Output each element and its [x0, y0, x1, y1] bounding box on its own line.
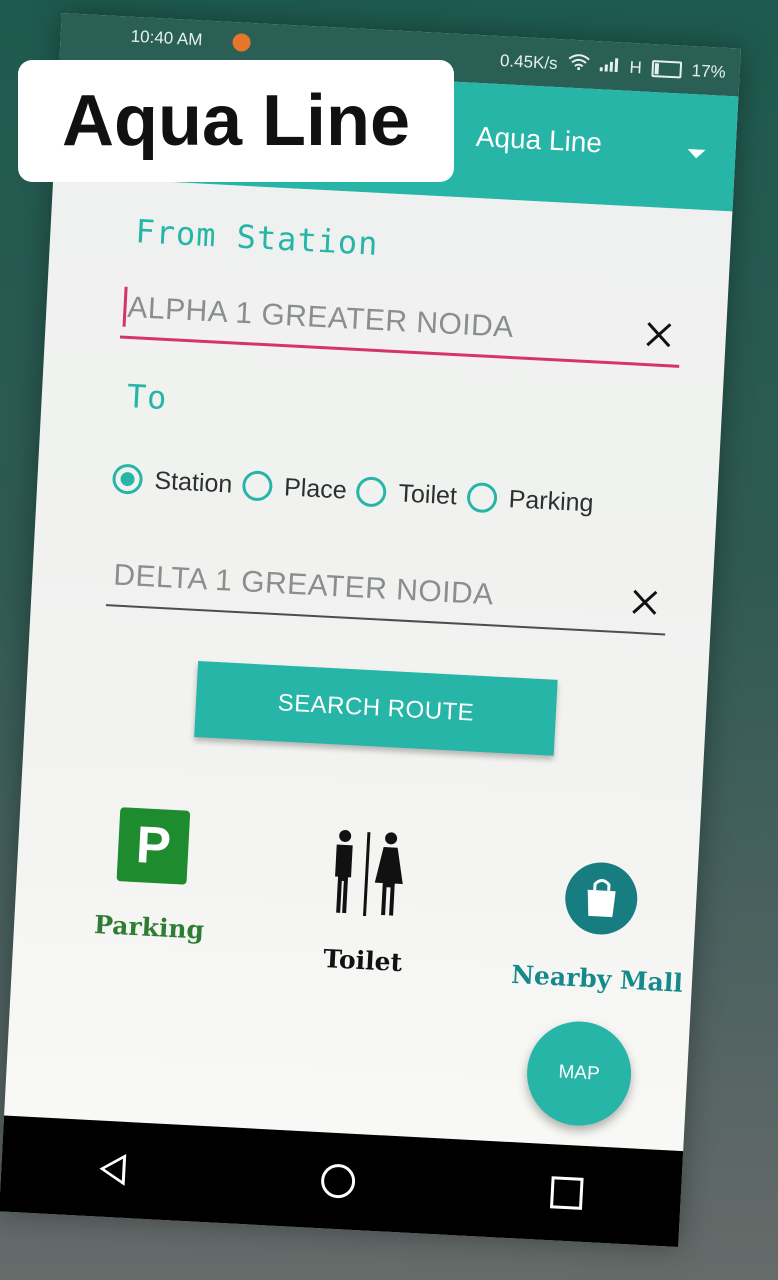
recent-apps-icon[interactable]	[549, 1176, 584, 1210]
overlay-caption: Aqua Line	[18, 60, 454, 182]
status-indicators: 0.45K/s H 17%	[499, 50, 727, 83]
toilet-icon[interactable]	[285, 826, 449, 920]
network-type: H	[629, 57, 643, 77]
mall-tile-label[interactable]: Nearby Mall	[501, 959, 692, 998]
radio-place-circle[interactable]	[241, 470, 273, 502]
radio-toilet-label[interactable]: Toilet	[398, 479, 458, 511]
shopping-bag-icon[interactable]	[563, 860, 640, 937]
radio-place[interactable]: Place	[241, 470, 347, 505]
battery-fill	[654, 63, 660, 75]
radio-station-circle[interactable]	[111, 463, 144, 495]
radio-place-label[interactable]: Place	[283, 473, 347, 505]
battery-percent: 17%	[691, 60, 727, 82]
to-station-value[interactable]: DELTA 1 GREATER NOIDA	[113, 559, 495, 613]
to-label: To	[125, 376, 169, 418]
radio-station[interactable]: Station	[111, 463, 233, 499]
clear-to-icon[interactable]	[628, 586, 662, 620]
radio-parking-label[interactable]: Parking	[508, 485, 594, 518]
radio-parking-circle[interactable]	[466, 481, 498, 514]
toilet-tile[interactable]: Toilet	[282, 826, 449, 979]
parking-tile[interactable]: P Parking	[68, 805, 235, 946]
to-station-field[interactable]: DELTA 1 GREATER NOIDA	[105, 544, 668, 636]
radio-parking[interactable]: Parking	[466, 481, 594, 519]
map-fab-button[interactable]: MAP	[524, 1018, 634, 1129]
toilet-tile-label[interactable]: Toilet	[282, 942, 443, 979]
line-selector[interactable]: Aqua Line	[475, 121, 603, 160]
radio-station-label[interactable]: Station	[154, 466, 233, 499]
radio-toilet[interactable]: Toilet	[355, 476, 458, 511]
notification-icon	[232, 33, 252, 52]
to-underline	[105, 604, 666, 636]
destination-type-group: Station Place Toilet Parking	[111, 463, 604, 519]
status-time: 10:40 AM	[130, 26, 203, 50]
from-underline	[119, 335, 680, 368]
clear-from-icon[interactable]	[642, 318, 676, 352]
from-station-field[interactable]: ALPHA 1 GREATER NOIDA	[119, 277, 682, 368]
navigation-bar	[0, 1115, 684, 1247]
back-icon[interactable]	[98, 1152, 127, 1186]
net-speed: 0.45K/s	[499, 50, 559, 73]
wifi-icon	[567, 54, 590, 76]
home-icon[interactable]	[320, 1163, 356, 1199]
signal-icon	[599, 56, 620, 77]
battery-icon	[651, 59, 683, 79]
from-station-value[interactable]: ALPHA 1 GREATER NOIDA	[127, 291, 515, 345]
mall-tile[interactable]: Nearby Mall	[501, 858, 698, 999]
from-station-label: From Station	[134, 212, 380, 263]
dropdown-arrow-icon[interactable]	[687, 148, 706, 159]
parking-tile-label[interactable]: Parking	[68, 909, 229, 946]
parking-icon[interactable]: P	[116, 807, 191, 885]
search-route-button[interactable]: SEARCH ROUTE	[194, 661, 558, 756]
radio-toilet-circle[interactable]	[355, 476, 388, 508]
phone-screen: 10:40 AM 0.45K/s H 17% Aqua Line From St…	[0, 13, 741, 1247]
